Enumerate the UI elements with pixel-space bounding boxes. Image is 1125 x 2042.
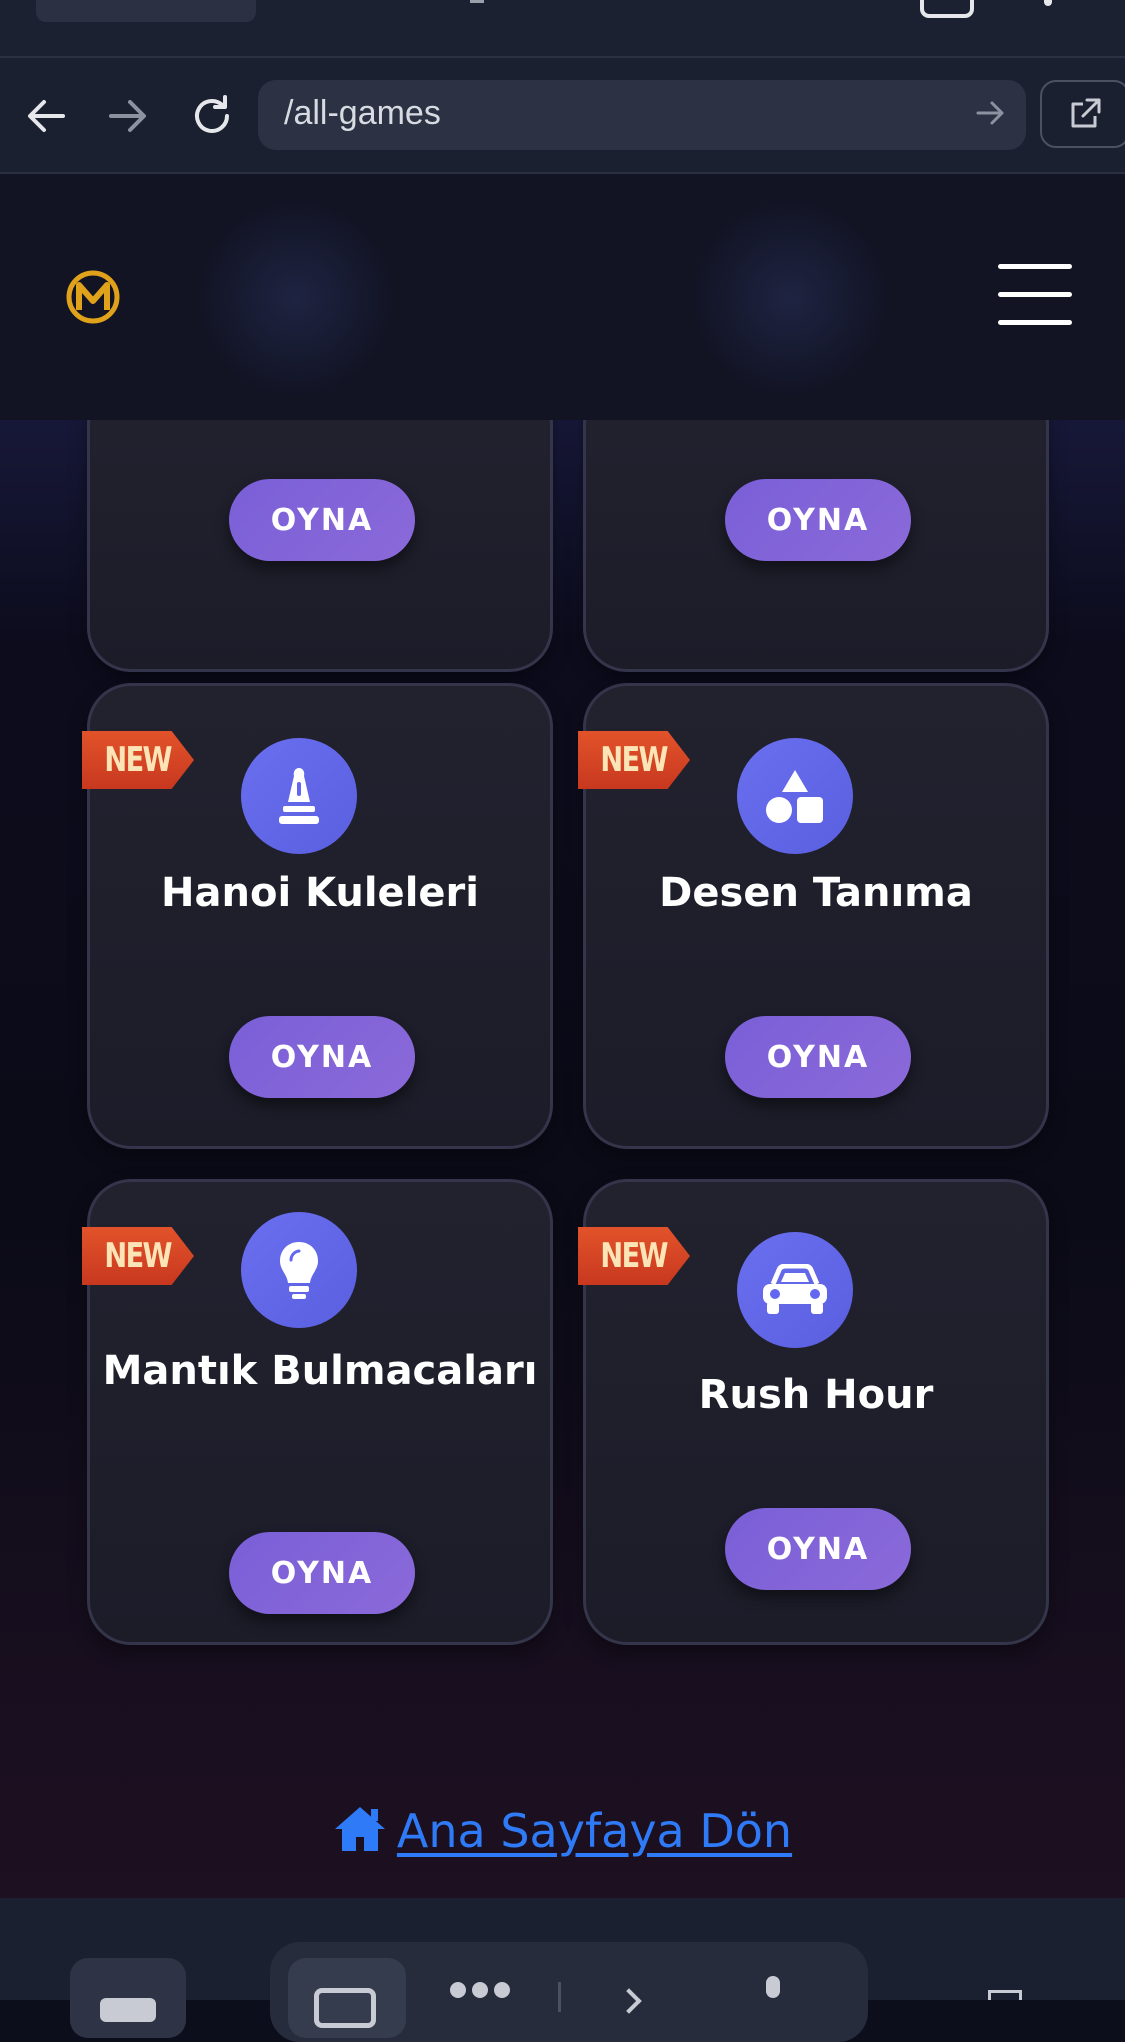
separator — [558, 1982, 561, 2012]
system-status-strip — [0, 0, 1125, 58]
hamburger-menu-icon[interactable] — [998, 264, 1074, 326]
more-options-icon[interactable] — [1044, 0, 1052, 6]
address-bar[interactable]: /all-games — [258, 80, 1026, 150]
home-link[interactable]: Ana Sayfaya Dön — [0, 1804, 1125, 1864]
game-title: Desen Tanıma — [659, 870, 973, 916]
forward-icon[interactable] — [616, 1988, 642, 2014]
game-card-pattern[interactable]: NEW Desen Tanıma OYNA — [578, 683, 1049, 1149]
game-title: Mantık Bulmacaları — [102, 1348, 538, 1394]
new-badge: NEW — [578, 731, 690, 789]
grid-icon[interactable] — [450, 1982, 520, 2002]
game-card-rush-hour[interactable]: NEW Rush Hour OYNA — [578, 1179, 1049, 1645]
new-badge: NEW — [578, 1227, 690, 1285]
games-grid: OYNA OYNA NEW Hanoi Kuleleri OYNA NEW De… — [0, 420, 1125, 1898]
browser-toolbar: /all-games — [0, 58, 1125, 174]
play-button[interactable]: OYNA — [229, 479, 415, 561]
game-card[interactable]: OYNA — [87, 420, 553, 672]
arrow-right-icon — [976, 101, 1004, 125]
status-indicator — [470, 0, 484, 3]
active-tab-button[interactable] — [288, 1958, 406, 2038]
chess-piece-icon — [241, 738, 357, 854]
reload-icon — [195, 95, 229, 133]
forward-button[interactable] — [100, 88, 156, 144]
back-button[interactable] — [18, 88, 74, 144]
car-icon — [737, 1232, 853, 1348]
game-card-hanoi[interactable]: NEW Hanoi Kuleleri OYNA — [82, 683, 553, 1149]
home-icon — [333, 1805, 387, 1864]
site-header — [0, 174, 1125, 422]
play-button[interactable]: OYNA — [725, 1508, 911, 1590]
arrow-right-icon — [109, 100, 146, 132]
header-glow — [196, 198, 396, 398]
app-switcher-group — [270, 1942, 868, 2042]
shapes-icon — [737, 738, 853, 854]
lightbulb-icon — [241, 1212, 357, 1328]
game-card[interactable]: OYNA — [583, 420, 1049, 672]
play-button[interactable]: OYNA — [725, 1016, 911, 1098]
header-glow — [690, 198, 890, 398]
game-title: Rush Hour — [698, 1372, 934, 1418]
microphone-icon[interactable] — [766, 1976, 780, 1998]
logo-icon[interactable] — [66, 270, 120, 324]
external-link-icon — [1071, 98, 1101, 128]
reload-button[interactable] — [184, 88, 240, 144]
new-badge: NEW — [82, 731, 194, 789]
game-title: Hanoi Kuleleri — [161, 870, 479, 916]
bottom-navigation-bar — [0, 1898, 1125, 2042]
play-button[interactable]: OYNA — [725, 479, 911, 561]
home-screen-button[interactable] — [70, 1958, 186, 2038]
tabs-icon[interactable] — [988, 1990, 1022, 2000]
arrow-left-icon — [28, 100, 65, 132]
play-button[interactable]: OYNA — [229, 1532, 415, 1614]
status-pill — [36, 0, 256, 22]
open-external-button[interactable] — [1040, 80, 1125, 148]
new-badge: NEW — [82, 1227, 194, 1285]
url-text: /all-games — [284, 94, 441, 132]
home-link-label: Ana Sayfaya Dön — [396, 1804, 793, 1858]
go-button[interactable] — [976, 98, 1006, 132]
play-button[interactable]: OYNA — [229, 1016, 415, 1098]
tabs-count-icon[interactable] — [920, 0, 974, 18]
game-card-logic[interactable]: NEW Mantık Bulmacaları OYNA — [82, 1179, 553, 1645]
